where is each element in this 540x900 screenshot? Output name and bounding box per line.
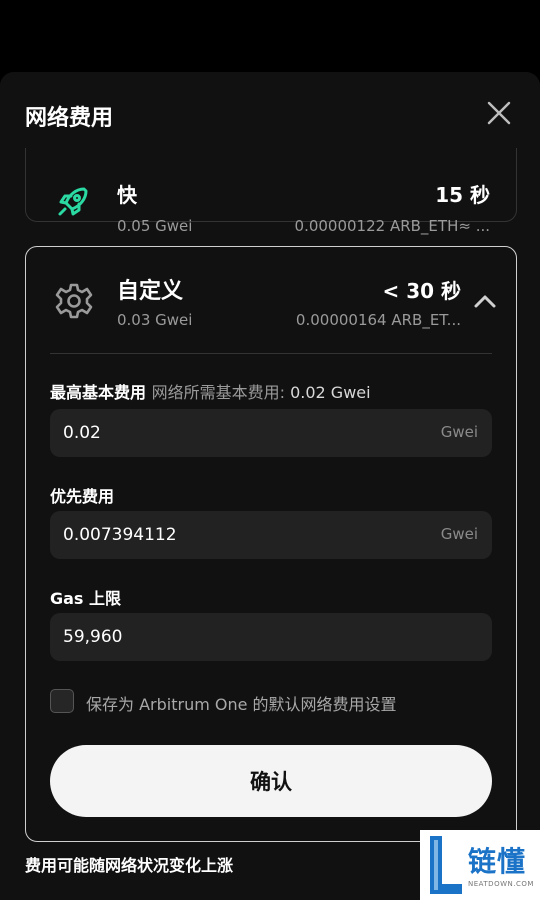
gear-icon [54,281,94,321]
logo-mark-icon [430,836,462,894]
hint-value: 0.02 Gwei [290,383,371,402]
footer-note: 费用可能随网络状况变化上涨 [25,856,234,875]
rocket-icon [54,181,94,221]
max-base-fee-field[interactable]: Gwei [50,409,492,457]
priority-fee-field[interactable]: Gwei [50,511,492,559]
fee-option-time: 15 秒 [435,183,490,207]
hint-text: 网络所需基本费用: [151,383,285,402]
fee-option-amount: 0.00000164 ARB_ET... [295,311,461,329]
watermark-subtext: NEATDOWN.COM [468,880,534,888]
chevron-up-icon[interactable] [472,289,498,315]
gas-limit-field[interactable] [50,613,492,661]
priority-fee-input[interactable] [50,511,492,559]
unit-label: Gwei [440,525,478,543]
watermark-text: 链懂 [468,845,527,878]
sheet-header: 网络费用 [0,72,540,148]
close-icon[interactable] [486,100,512,126]
max-base-fee-input[interactable] [50,409,492,457]
unit-label: Gwei [440,423,478,441]
divider [50,353,492,354]
fee-option-gwei: 0.03 Gwei [117,311,193,329]
max-base-fee-title: 最高基本费用 [50,383,147,402]
fee-option-name: 自定义 [117,279,184,304]
gas-limit-label: Gas 上限 [50,589,122,608]
confirm-button[interactable]: 确认 [50,745,492,817]
watermark-logo: 链懂 NEATDOWN.COM [420,830,540,900]
gas-limit-input[interactable] [50,613,492,661]
page-title: 网络费用 [25,106,114,131]
fee-option-custom[interactable]: 自定义 < 30 秒 0.03 Gwei 0.00000164 ARB_ET..… [25,246,517,842]
fee-option-amount: 0.00000122 ARB_ETH≈ ... [294,217,490,235]
fee-option-name: 快 [117,183,137,207]
save-default-label: 保存为 Arbitrum One 的默认网络费用设置 [86,695,397,714]
fee-option-gwei: 0.05 Gwei [117,217,193,235]
fee-option-time: < 30 秒 [382,279,461,303]
save-default-checkbox[interactable] [50,689,74,713]
max-base-fee-hint: 网络所需基本费用: 0.02 Gwei [152,383,371,402]
max-base-fee-label: 最高基本费用 网络所需基本费用: 0.02 Gwei [50,379,371,403]
network-fee-sheet: 快 15 秒 0.05 Gwei 0.00000122 ARB_ETH≈ ...… [0,72,540,900]
priority-fee-label: 优先费用 [50,487,115,506]
